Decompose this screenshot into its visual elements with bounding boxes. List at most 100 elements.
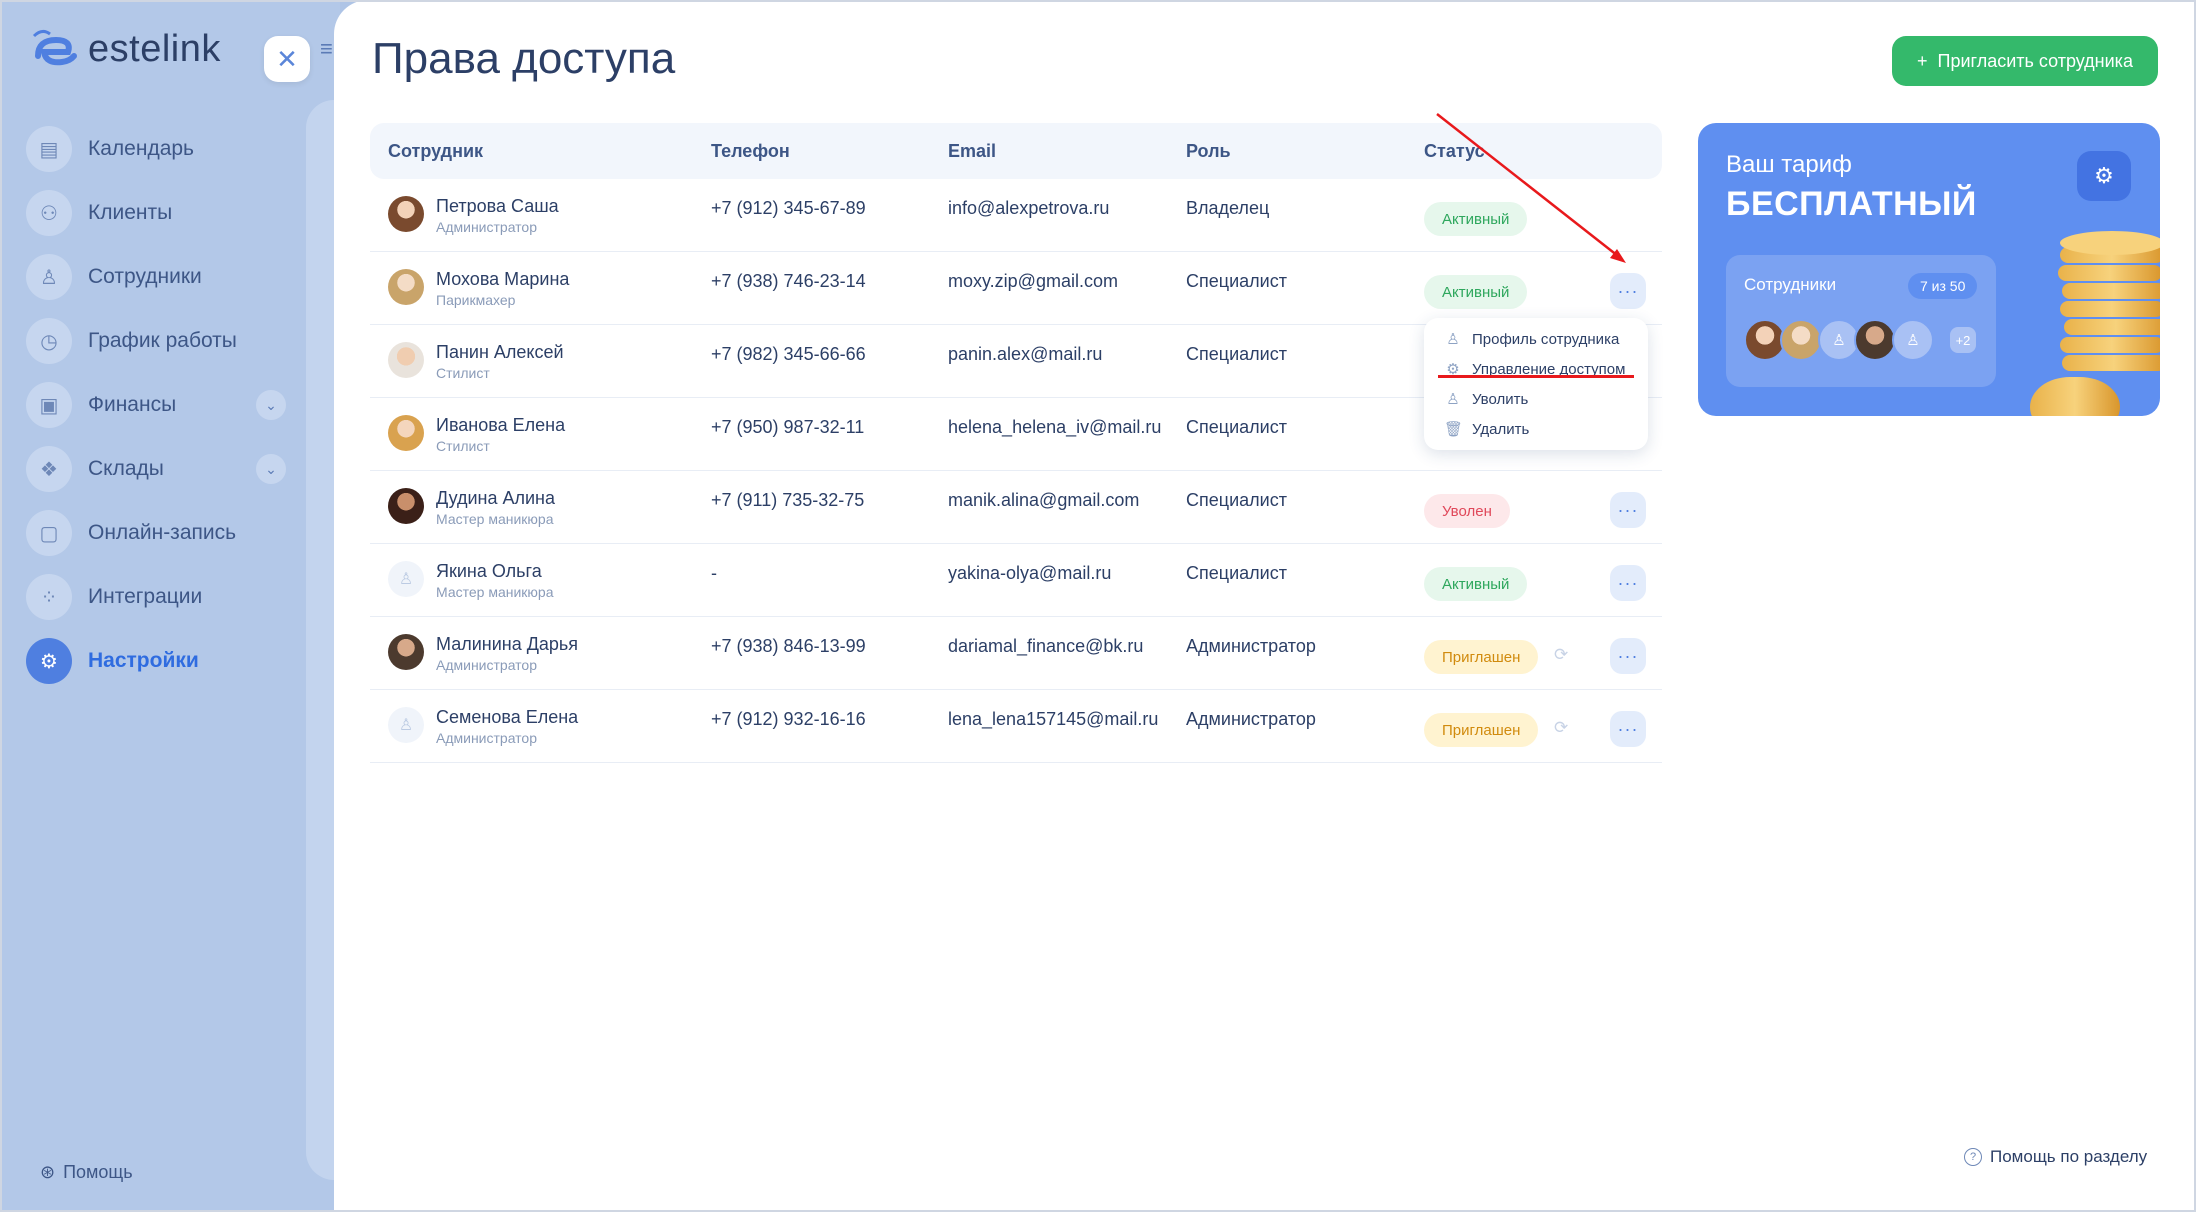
integrations-icon: ⁘ <box>26 574 72 620</box>
status-badge: Приглашен <box>1424 713 1539 747</box>
table-row[interactable]: Мохова Марина Парикмахер +7 (938) 746-23-1… <box>370 252 1662 325</box>
sidebar-item[interactable]: ⚙ Настройки <box>26 629 286 693</box>
avatar <box>388 488 424 524</box>
context-menu-item[interactable]: ⚙ Управление доступом <box>1424 354 1648 384</box>
context-menu-label: Удалить <box>1472 420 1530 438</box>
trash-icon: 🗑 <box>1444 421 1464 438</box>
row-menu-button[interactable]: ··· <box>1610 711 1646 747</box>
avatar <box>388 415 424 451</box>
logo-mark-icon <box>32 29 77 66</box>
row-menu-button[interactable]: ··· <box>1610 273 1646 309</box>
sidebar-item[interactable]: ▣ Финансы ⌄ <box>26 373 286 437</box>
header-phone: Телефон <box>711 140 790 161</box>
main-panel: Права доступа + Пригласить сотрудника Со… <box>334 0 2196 1212</box>
employee-email: panin.alex@mail.ru <box>948 344 1103 364</box>
logo[interactable]: estelink <box>28 26 221 72</box>
sidebar-item-label: Онлайн-запись <box>88 521 237 544</box>
avatar-placeholder-icon: ♙ <box>388 707 424 743</box>
context-menu-item[interactable]: ♙ Уволить <box>1424 384 1648 414</box>
context-menu-item[interactable]: 🗑 Удалить <box>1424 414 1648 444</box>
table-row[interactable]: Малинина Дарья Администратор +7 (938) 846-… <box>370 617 1662 690</box>
sidebar-item[interactable]: ▢ Онлайн-запись <box>26 501 286 565</box>
boxes-icon: ❖ <box>26 446 72 492</box>
resend-icon[interactable]: ⟳ <box>1554 718 1568 738</box>
chevron-down-icon[interactable]: ⌄ <box>256 390 286 420</box>
page-title: Права доступа <box>372 34 676 83</box>
employee-role: Специалист <box>1186 417 1287 437</box>
sidebar-item[interactable]: ♙ Сотрудники <box>26 245 286 309</box>
section-help-label: Помощь по разделу <box>1990 1147 2148 1166</box>
avatar <box>388 269 424 305</box>
employee-role: Администратор <box>1186 636 1316 656</box>
employee-email: info@alexpetrova.ru <box>948 198 1110 218</box>
lifebuoy-icon: ⊛ <box>40 1162 56 1182</box>
employee-phone: +7 (938) 746-23-14 <box>711 271 866 291</box>
context-menu-item[interactable]: ♙ Профиль сотрудника <box>1424 324 1648 354</box>
close-icon: ✕ <box>276 43 298 74</box>
employee-name: Семенова Елена <box>436 707 579 727</box>
sidebar-item[interactable]: ▤ Календарь <box>26 117 286 181</box>
avatar <box>1854 319 1896 361</box>
employee-position: Стилист <box>436 438 490 454</box>
resend-icon[interactable]: ⟳ <box>1554 645 1568 665</box>
sidebar-item-label: График работы <box>88 329 237 352</box>
tariff-settings-button[interactable]: ⚙ <box>2077 151 2131 201</box>
menu-icon: ≡ <box>320 36 333 61</box>
employee-name: Панин Алексей <box>436 342 564 362</box>
user-icon: ♙ <box>1446 331 1460 348</box>
avatar <box>1780 319 1822 361</box>
sidebar-item-label: Сотрудники <box>88 265 202 288</box>
chevron-down-icon[interactable]: ⌄ <box>256 454 286 484</box>
sidebar-item-label: Настройки <box>88 649 199 672</box>
employee-position: Администратор <box>436 730 538 746</box>
row-menu-button[interactable]: ··· <box>1610 565 1646 601</box>
employee-name: Якина Ольга <box>436 561 542 581</box>
plus-icon: + <box>1917 50 1928 71</box>
settings-icon: ⚙ <box>26 638 72 684</box>
employee-email: manik.alina@gmail.com <box>948 490 1140 510</box>
sidebar-item-label: Финансы <box>88 393 177 416</box>
table-row[interactable]: Петрова Саша Администратор +7 (912) 345-67… <box>370 179 1662 252</box>
sidebar-item[interactable]: ⁘ Интеграции <box>26 565 286 629</box>
sidebar-item-label: Клиенты <box>88 201 173 224</box>
context-menu-label: Профиль сотрудника <box>1472 330 1620 348</box>
table-row[interactable]: Дудина Алина Мастер маникюра +7 (911) 735-… <box>370 471 1662 544</box>
employee-role: Специалист <box>1186 344 1287 364</box>
avatar-placeholder-icon: ♙ <box>1892 319 1934 361</box>
tariff-employees-label: Сотрудники <box>1744 275 1837 294</box>
employee-role: Владелец <box>1186 198 1270 218</box>
sidebar-item[interactable]: ❖ Склады ⌄ <box>26 437 286 501</box>
employee-role: Специалист <box>1186 271 1287 291</box>
more-icon: ··· <box>1617 718 1639 739</box>
brand-name: estelink <box>88 27 221 70</box>
more-icon: ··· <box>1617 572 1639 593</box>
row-context-menu: ♙ Профиль сотрудника ⚙ Управление доступом ♙… <box>1424 318 1648 450</box>
tariff-card: Ваш тариф БЕСПЛАТНЫЙ ⚙ Сотрудники 7 из 5… <box>1698 123 2160 416</box>
tariff-employees-card: Сотрудники 7 из 50 ♙ ♙ +2 <box>1726 255 1996 387</box>
status-badge: Активный <box>1424 567 1528 601</box>
row-menu-button[interactable]: ··· <box>1610 638 1646 674</box>
employee-role: Специалист <box>1186 563 1287 583</box>
status-badge: Активный <box>1424 275 1528 309</box>
sidebar-help-link[interactable]: ⊛ Помощь <box>40 1162 133 1183</box>
employee-name: Иванова Елена <box>436 415 566 435</box>
coins-illustration-icon <box>2030 231 2160 416</box>
table-row[interactable]: ♙ Семенова Елена Администратор +7 (912) 932… <box>370 690 1662 763</box>
avatar <box>388 634 424 670</box>
sidebar-close-button[interactable]: ✕ <box>264 36 310 82</box>
employee-phone: - <box>711 563 717 583</box>
section-help-link[interactable]: ? Помощь по разделу <box>1964 1147 2147 1167</box>
table-row[interactable]: ♙ Якина Ольга Мастер маникюра - yakina-olya@… <box>370 544 1662 617</box>
row-menu-button[interactable]: ··· <box>1610 492 1646 528</box>
invite-employee-label: Пригласить сотрудника <box>1937 50 2133 71</box>
employee-phone: +7 (982) 345-66-66 <box>711 344 866 364</box>
gear-icon: ⚙ <box>2094 163 2114 188</box>
sidebar-help-label: Помощь <box>63 1162 133 1182</box>
sidebar-item[interactable]: ◷ График работы <box>26 309 286 373</box>
annotation-underline <box>1438 375 1634 378</box>
wallet-icon: ▣ <box>26 382 72 428</box>
invite-employee-button[interactable]: + Пригласить сотрудника <box>1892 36 2158 86</box>
avatar-placeholder-icon: ♙ <box>388 561 424 597</box>
employee-position: Мастер маникюра <box>436 511 554 527</box>
sidebar-item[interactable]: ⚇ Клиенты <box>26 181 286 245</box>
